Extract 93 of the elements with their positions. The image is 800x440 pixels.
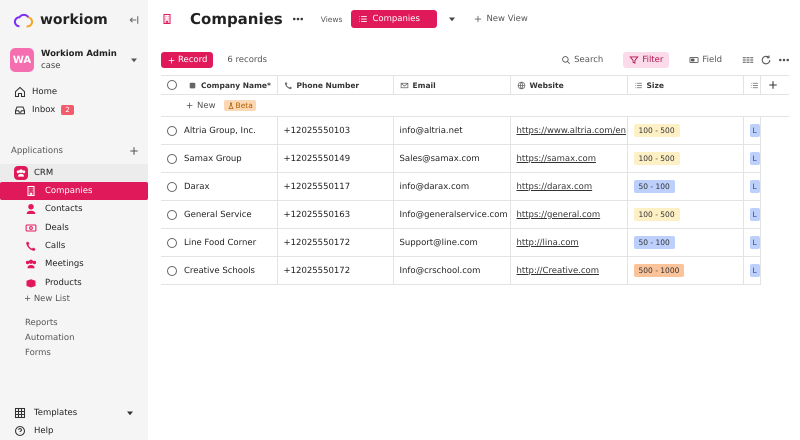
collapse-sidebar-button[interactable]: [128, 14, 140, 26]
row-checkbox[interactable]: [167, 126, 177, 136]
inbox-icon: [14, 104, 26, 116]
nav-item[interactable]: Help: [14, 424, 136, 438]
table-cell: info@altria.net: [393, 116, 510, 144]
table-cell: +12025550163: [277, 200, 393, 228]
table-cell: General Service: [161, 200, 277, 228]
table-cell: Darax: [161, 172, 277, 200]
web-icon: [516, 80, 526, 90]
page-title: Companies: [190, 10, 283, 28]
search-button[interactable]: Search: [555, 52, 610, 68]
filter-button[interactable]: Filter: [623, 52, 670, 68]
help-icon: [14, 425, 26, 437]
plus-icon: [473, 14, 484, 24]
app-item[interactable]: CRM: [0, 164, 148, 182]
list-item[interactable]: Products: [0, 273, 148, 292]
brand-name: workiom: [40, 12, 109, 28]
row-checkbox[interactable]: [167, 210, 177, 220]
table-cell: Samax Group: [161, 144, 277, 172]
building-icon: [25, 185, 37, 198]
add-record-button[interactable]: Record: [161, 52, 214, 68]
view-tab[interactable]: Companies: [351, 10, 438, 28]
box-icon: [25, 276, 37, 289]
user-name: Workiom Admin: [41, 49, 118, 59]
list-icon: [358, 14, 368, 24]
list-icon: [634, 80, 642, 90]
table-cell: +12025550117: [277, 172, 393, 200]
row-checkbox[interactable]: [167, 266, 177, 276]
column-header[interactable]: [743, 76, 760, 94]
field-button[interactable]: Field: [683, 52, 728, 68]
flask-icon: [226, 102, 235, 110]
table-cell: +12025550172: [277, 256, 393, 284]
search-icon: [561, 55, 572, 65]
website-link[interactable]: https://samax.com: [516, 154, 596, 164]
list-item[interactable]: Meetings: [0, 255, 148, 274]
nav-link[interactable]: Automation: [25, 332, 148, 343]
plus-icon: [128, 145, 140, 157]
user-avatar: WA: [10, 48, 34, 72]
table-cell: Info@generalservice.com: [393, 200, 510, 228]
row-checkbox[interactable]: [167, 154, 177, 164]
list-item[interactable]: Deals: [0, 218, 148, 237]
user-workspace: case: [41, 61, 62, 71]
plus-icon: [766, 79, 778, 91]
table-cell: Altria Group, Inc.: [161, 116, 277, 144]
add-column-button[interactable]: [766, 79, 778, 91]
website-link[interactable]: https://darax.com: [516, 182, 592, 192]
record-count: 6 records: [227, 55, 268, 65]
field-icon: [689, 55, 700, 65]
nav-link[interactable]: Forms: [25, 348, 148, 358]
website-link[interactable]: http://Creative.com: [516, 266, 600, 276]
nav-link[interactable]: Reports: [25, 318, 148, 328]
table-cell: Sales@samax.com: [393, 144, 510, 172]
density-icon: [742, 54, 754, 66]
people-icon: [16, 168, 26, 178]
person-icon: [25, 203, 37, 216]
row-checkbox[interactable]: [167, 238, 177, 248]
new-list-link[interactable]: + New List: [0, 294, 148, 304]
grid-icon: [14, 407, 26, 419]
table-cell: Creative Schools: [161, 256, 277, 284]
list-item[interactable]: Calls: [0, 236, 148, 256]
cloud-logo-icon: [12, 11, 34, 29]
new-view-button[interactable]: New View: [467, 11, 534, 27]
email-icon: [400, 80, 408, 90]
table-cell: +12025550103: [277, 116, 393, 144]
table-cell: +12025550149: [277, 144, 393, 172]
table-cell: Line Food Corner: [161, 228, 277, 256]
phone-icon: [25, 240, 37, 252]
cash-icon: [25, 222, 37, 234]
list-item[interactable]: Companies: [0, 182, 148, 200]
filter-icon: [629, 55, 640, 65]
phone-icon: [284, 80, 292, 90]
row-checkbox[interactable]: [167, 182, 177, 192]
table-cell: +12025550172: [277, 228, 393, 256]
table-cell: Info@crschool.com: [393, 256, 510, 284]
nav-item[interactable]: Templates: [14, 406, 136, 420]
building-icon: [161, 13, 173, 25]
add-app-button[interactable]: [128, 145, 140, 157]
home-icon: [14, 86, 26, 98]
table-cell: Support@line.com: [393, 228, 510, 256]
nav-item[interactable]: Home: [14, 84, 134, 99]
website-link[interactable]: http://lina.com: [516, 238, 579, 248]
section-title: Applications: [11, 146, 63, 156]
list-item[interactable]: Contacts: [0, 200, 148, 219]
website-link[interactable]: https://general.com: [516, 210, 600, 220]
plus-icon: [185, 101, 194, 110]
new-row-button[interactable]: New: [185, 100, 216, 110]
list-icon: [750, 80, 758, 90]
refresh-icon: [760, 54, 772, 66]
website-link[interactable]: https://www.altria.com/en: [516, 126, 626, 136]
plus-icon: [167, 56, 176, 64]
table-cell: info@darax.com: [393, 172, 510, 200]
collapse-icon: [128, 14, 140, 26]
people-icon: [25, 258, 37, 270]
